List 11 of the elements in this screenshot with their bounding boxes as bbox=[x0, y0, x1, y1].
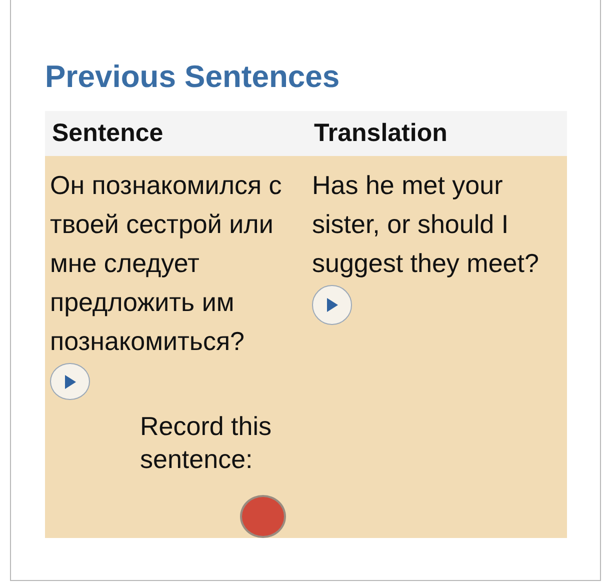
section-title: Previous Sentences bbox=[45, 58, 341, 96]
play-icon bbox=[326, 298, 338, 312]
column-header: Translation bbox=[307, 111, 567, 156]
sentence-text: Он познакомился с твоей сестрой или мне следует предложить им познакомиться? bbox=[50, 169, 283, 358]
play-button[interactable] bbox=[312, 285, 352, 325]
record-button[interactable] bbox=[240, 495, 286, 538]
translation-text: Has he met your sister, or should I suggest they meet? bbox=[312, 169, 540, 280]
column-header: Sentence bbox=[45, 111, 307, 156]
record-label: Record this sentence: bbox=[140, 410, 272, 476]
play-icon bbox=[64, 374, 76, 389]
play-button[interactable] bbox=[50, 363, 90, 400]
